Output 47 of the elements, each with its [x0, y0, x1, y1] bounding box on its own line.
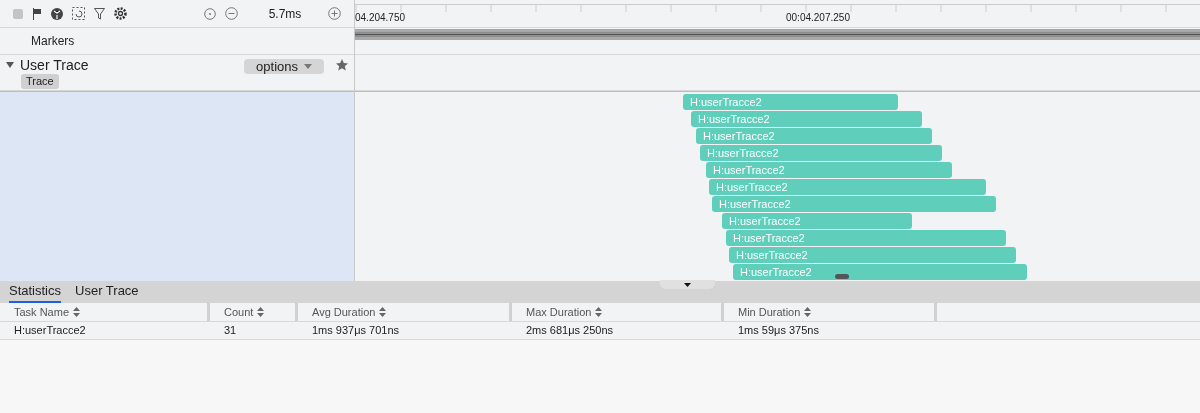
sort-icon [379, 307, 387, 317]
options-dropdown[interactable]: options [244, 59, 324, 74]
collapse-arrow-icon[interactable] [6, 61, 14, 69]
settings-icon[interactable] [114, 7, 127, 20]
timer-icon[interactable] [204, 7, 216, 20]
star-icon[interactable] [336, 59, 348, 71]
time-label: 04.204.750 [355, 12, 406, 24]
collapse-handle[interactable] [660, 280, 715, 289]
trace-slice[interactable]: H:userTracce2 [712, 196, 996, 212]
markers-label: Markers [31, 33, 75, 50]
filter-icon[interactable] [94, 7, 105, 20]
trace-slice[interactable]: H:userTracce2 [726, 230, 1006, 246]
table-cell-text: 2ms 681μs 250ns [525, 323, 614, 339]
trace-slice[interactable]: H:userTracce2 [706, 162, 952, 178]
column-header[interactable]: Task Name [0, 303, 210, 321]
zoom-out-icon[interactable] [225, 7, 238, 20]
flag-icon[interactable] [32, 7, 42, 20]
trace-slice[interactable]: H:userTracce2 [729, 247, 1016, 263]
column-header[interactable]: Count [210, 303, 298, 321]
sort-icon [73, 307, 81, 317]
table-cell-text: 1ms 937μs 701ns [311, 323, 400, 339]
trace-slice[interactable]: H:userTracce2 [722, 213, 912, 229]
table-cell-text: 1ms 59μs 375ns [737, 323, 819, 339]
trace-slice[interactable]: H:userTracce2 [691, 111, 922, 127]
zoom-in-icon[interactable] [328, 7, 341, 20]
trace-slice[interactable]: H:userTracce2 [696, 128, 932, 144]
caret-icon [304, 63, 312, 70]
trace-slice[interactable]: H:userTracce2 [709, 179, 986, 195]
column-header[interactable]: Avg Duration [298, 303, 512, 321]
trace-slice[interactable]: H:userTracce2 [700, 145, 942, 161]
trace-slice[interactable]: H:userTracce2 [733, 264, 1027, 280]
column-header[interactable]: Max Duration [512, 303, 724, 321]
sort-icon [595, 307, 603, 317]
zoom-value: 5.7ms [267, 5, 303, 23]
column-header[interactable]: Min Duration [724, 303, 937, 321]
trace-slice[interactable]: H:userTracce2 [683, 94, 898, 110]
globe-icon[interactable] [51, 7, 63, 20]
panel-tab[interactable]: User Trace [75, 282, 139, 303]
time-label: 00:04.207.250 [786, 12, 850, 24]
scroll-handle[interactable] [835, 274, 849, 279]
sort-icon [804, 307, 812, 317]
trace-tag: Trace [21, 74, 59, 89]
sort-icon [257, 307, 265, 317]
table-cell-text: 31 [223, 323, 237, 339]
refresh-icon[interactable] [72, 7, 85, 20]
track-title: User Trace [20, 57, 89, 73]
table-cell-text: H:userTracce2 [13, 323, 86, 339]
